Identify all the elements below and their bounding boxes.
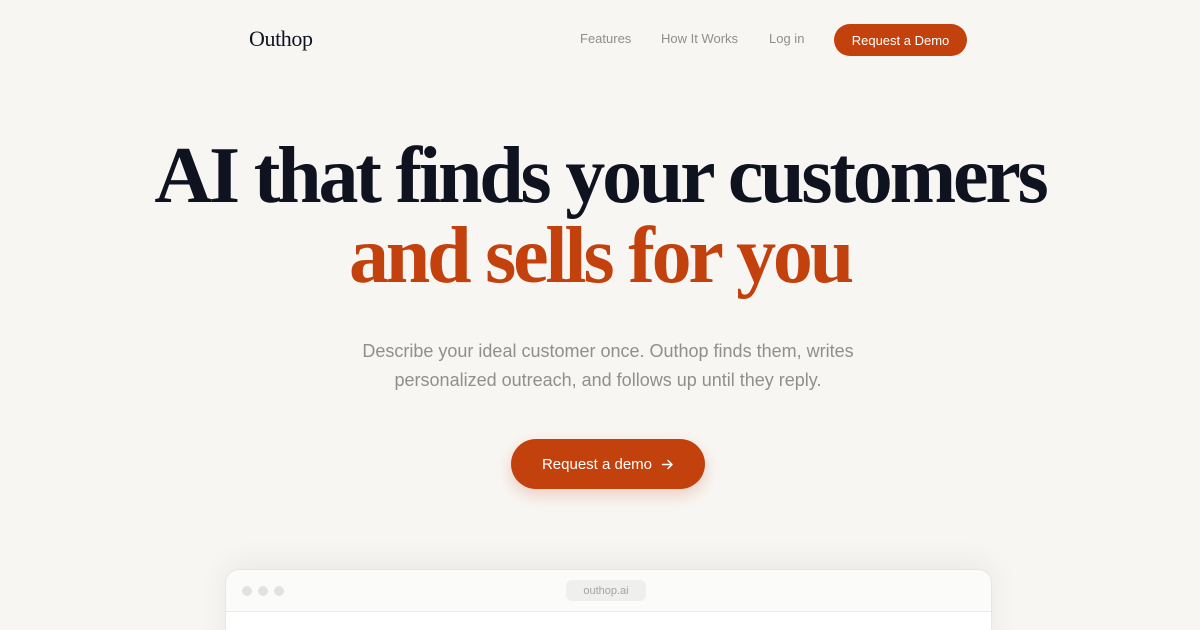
brand-logo[interactable]: Outhop — [249, 26, 313, 52]
headline-line-1: AI that finds your customers — [154, 132, 1048, 220]
hero-headline: AI that finds your customers and sells f… — [0, 136, 1200, 296]
window-dot-icon — [274, 586, 284, 596]
hero-subtext: Describe your ideal customer once. Outho… — [362, 341, 854, 390]
arrow-right-icon — [661, 459, 673, 469]
product-preview-window: outhop.ai — [225, 569, 992, 630]
nav-link-features[interactable]: Features — [580, 31, 631, 46]
request-demo-hero-label: Request a demo — [541, 455, 653, 473]
browser-toolbar: outhop.ai — [226, 570, 991, 612]
nav-link-log-in[interactable]: Log in — [769, 31, 804, 46]
top-nav: Outhop Features How It Works Log in Requ… — [0, 0, 1200, 80]
headline-line-2: and sells for you — [348, 212, 854, 300]
request-demo-nav-button[interactable]: Request a Demo — [834, 24, 967, 56]
url-bar: outhop.ai — [566, 580, 646, 601]
request-demo-hero-button[interactable]: Request a demo — [511, 439, 705, 489]
window-dot-icon — [242, 586, 252, 596]
window-dot-icon — [258, 586, 268, 596]
request-demo-nav-label: Request a Demo — [851, 32, 950, 48]
nav-link-how-it-works[interactable]: How It Works — [661, 31, 738, 46]
